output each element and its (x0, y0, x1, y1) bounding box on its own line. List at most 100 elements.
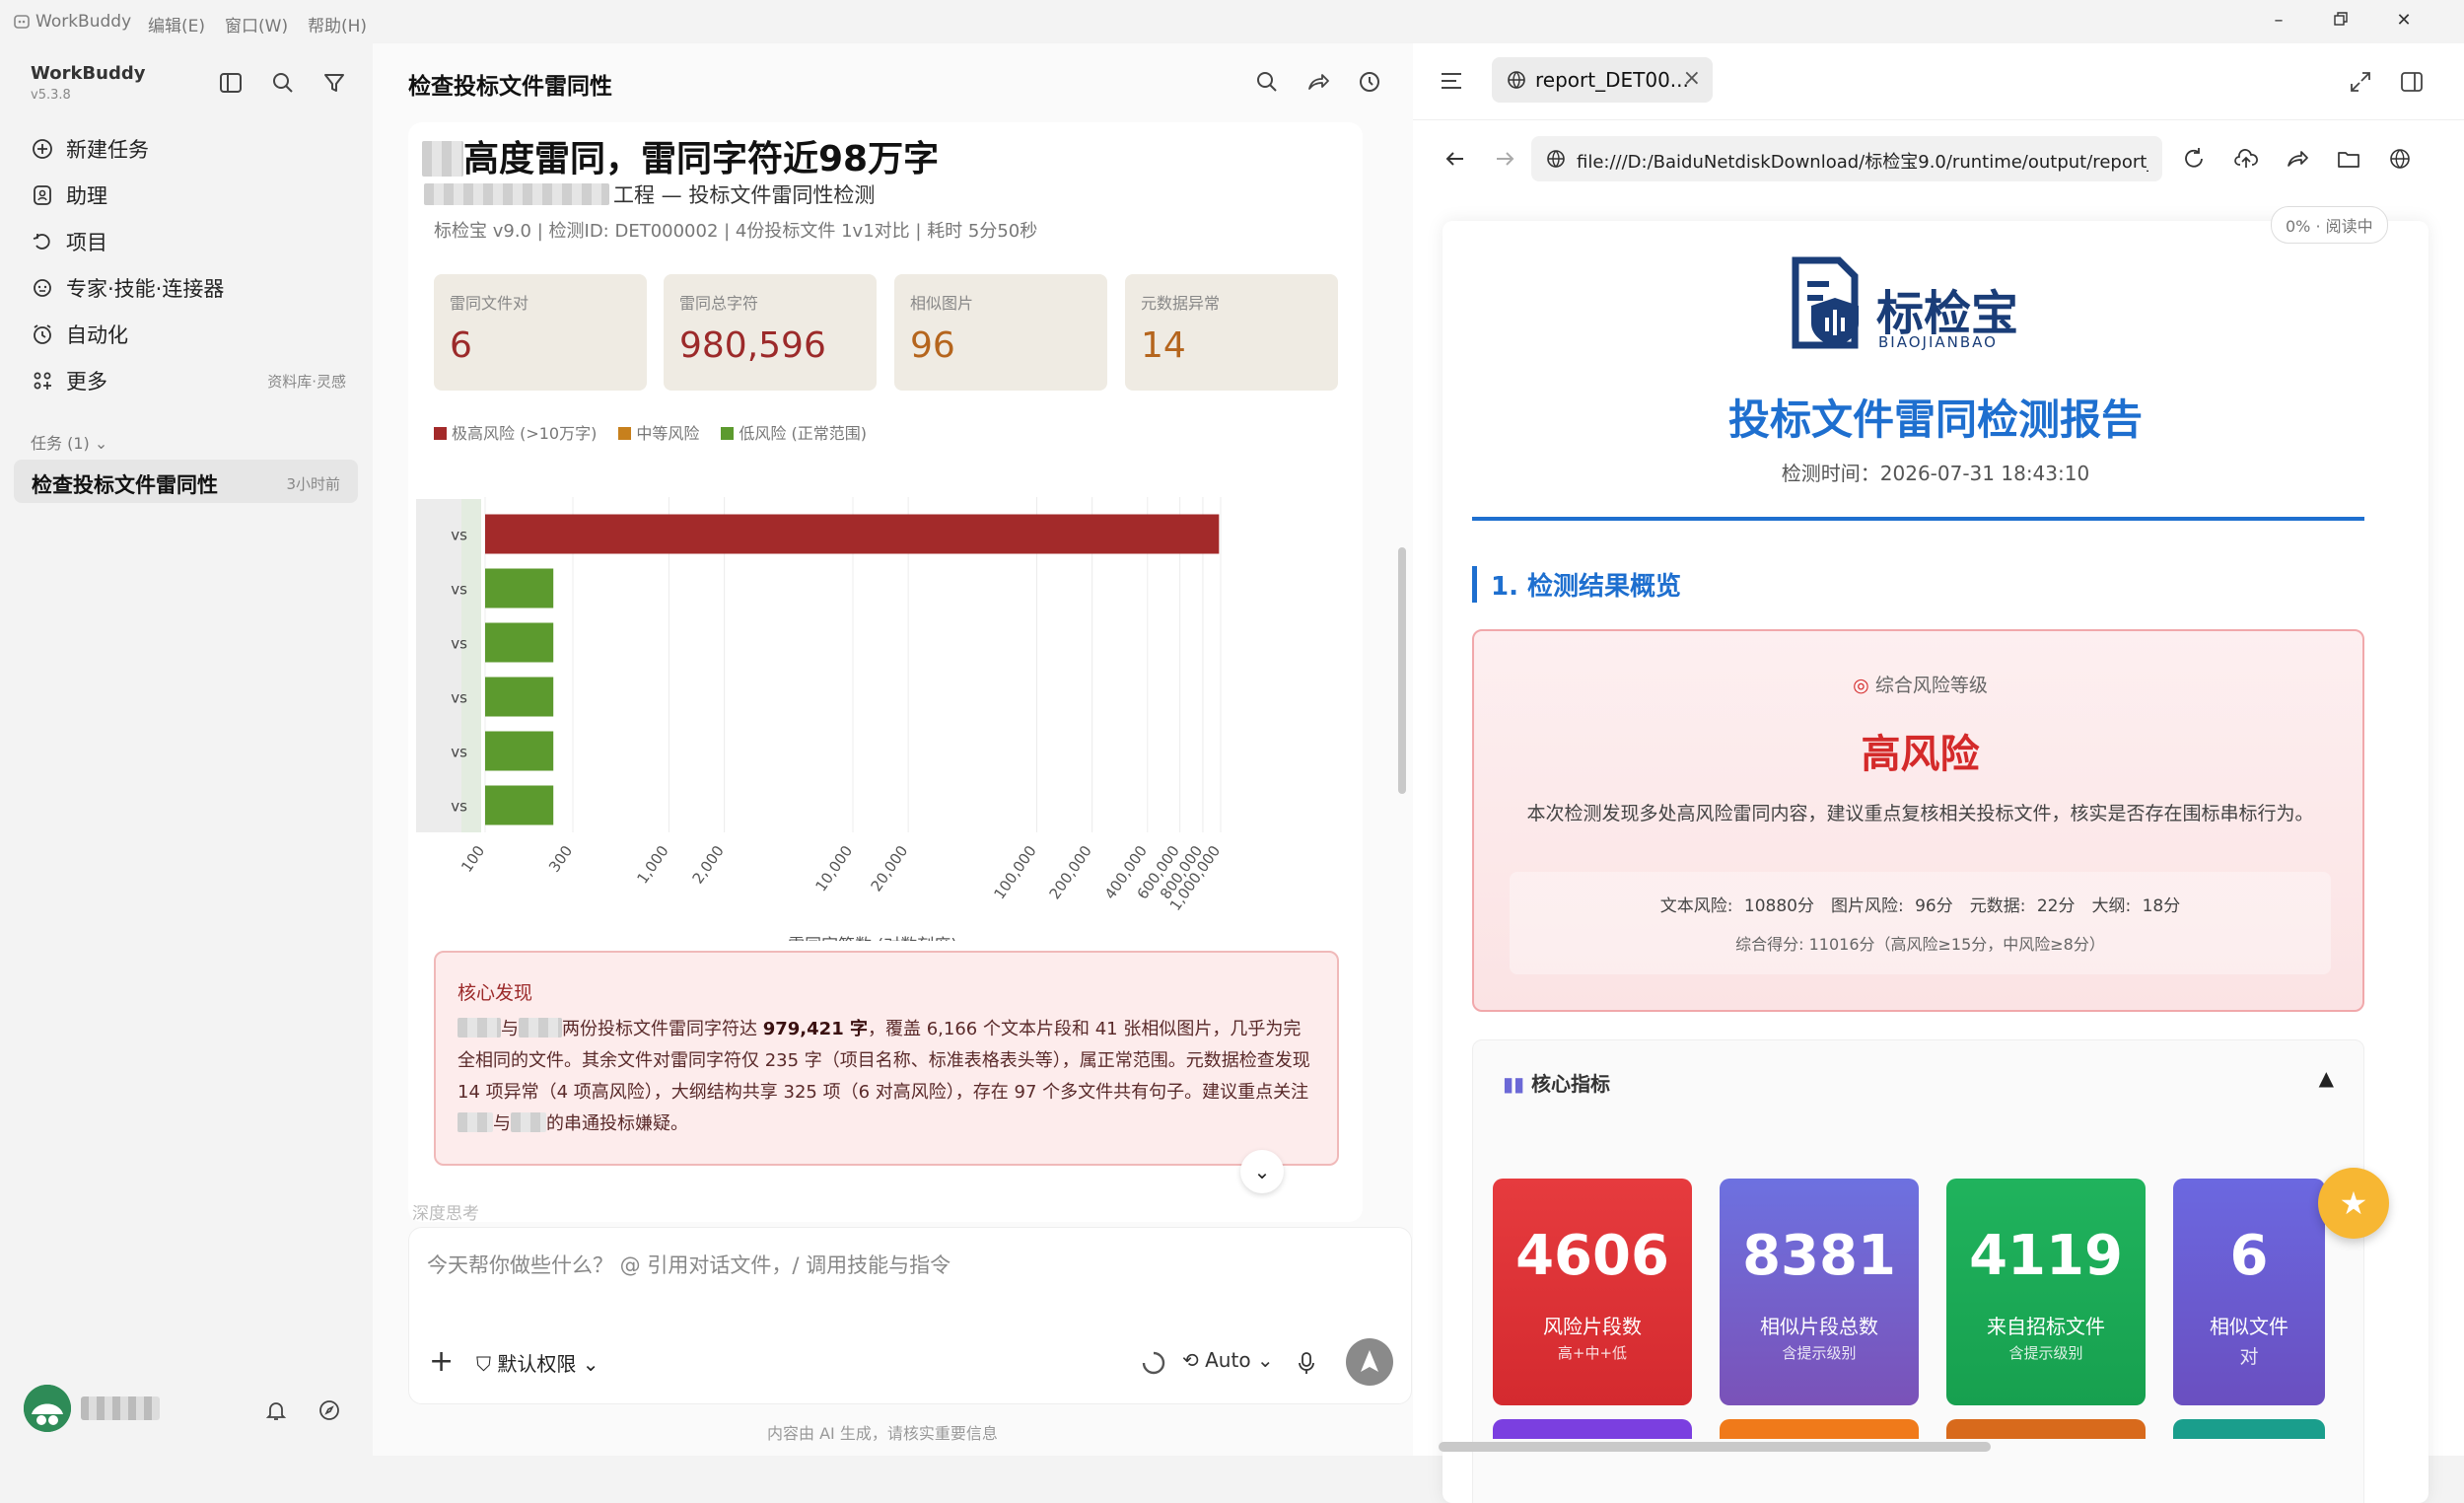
shield-check-icon: ⛉ (476, 1352, 491, 1376)
chat-scrollbar[interactable] (1398, 547, 1406, 794)
finding-body: 与两份投标文件雷同字符达 979,421 字，覆盖 6,166 个文本片段和 4… (458, 1014, 1315, 1140)
reload-icon[interactable] (2181, 146, 2207, 172)
compass-icon[interactable] (316, 1396, 343, 1424)
similarity-bar-chart: vs vs vs vs vs vs 100 300 1,000 2,000 10,000 20,000… (416, 497, 1224, 941)
assistant-icon (34, 185, 51, 205)
expand-chevron-icon[interactable]: ⌄ (1240, 1150, 1284, 1193)
chevron-down-icon: ⌄ (1256, 1348, 1274, 1372)
title-bar: WorkBuddy 编辑(E) 窗口(W) 帮助(H) – ✕ (0, 0, 2464, 43)
x-tick-label: 20,000 (868, 842, 912, 895)
favorite-star-button[interactable]: ★ (2318, 1168, 2389, 1239)
username-redacted (81, 1396, 160, 1420)
expert-icon (34, 279, 51, 297)
chat-input[interactable]: 今天帮你做些什么？ @ 引用对话文件，/ 调用技能与指令 + ⛉ 默认权限 ⌄ … (408, 1227, 1412, 1404)
bar (485, 731, 554, 771)
section-heading: 1. 检测结果概览 (1472, 566, 1681, 603)
browser-tab[interactable]: report_DET00... × (1492, 57, 1713, 103)
model-selector[interactable]: ⟲ Auto ⌄ (1182, 1348, 1274, 1372)
sidebar-item-experts[interactable]: 专家·技能·连接器 (31, 269, 346, 307)
tasks-header[interactable]: 任务 (1) ⌄ (31, 430, 107, 454)
x-tick-label: 1,000 (633, 842, 671, 888)
avatar[interactable] (24, 1385, 71, 1432)
bar (485, 677, 554, 717)
kpi-card-partial (1946, 1419, 2146, 1439)
finding-highlight: 979,421 字 (762, 1019, 868, 1039)
sidebar-item-label: 项目 (66, 231, 107, 254)
sidebar: WorkBuddy v5.3.8 新建任务 助理 项目 专家·技能·连接器 自动… (0, 43, 373, 1456)
share-icon[interactable] (1305, 69, 1331, 95)
close-tab-icon[interactable]: × (1683, 66, 1701, 91)
back-icon[interactable] (1443, 146, 1468, 172)
restore-icon[interactable] (2330, 10, 2352, 32)
redacted-text (458, 1112, 493, 1132)
menu-window[interactable]: 窗口(W) (225, 12, 288, 36)
app-logo: WorkBuddy (14, 12, 131, 32)
kpi-value: 8381 (1742, 1224, 1896, 1288)
toggle-sidebar-icon[interactable] (217, 69, 245, 97)
app-name: WorkBuddy (35, 12, 132, 32)
history-icon[interactable] (1357, 69, 1382, 95)
add-attachment-icon[interactable]: + (429, 1344, 454, 1379)
minimize-icon[interactable]: – (2268, 10, 2289, 32)
sidebar-item-new-task[interactable]: 新建任务 (31, 130, 346, 168)
bell-icon[interactable] (262, 1396, 290, 1424)
sidebar-item-label: 助理 (66, 184, 107, 208)
sidebar-item-project[interactable]: 项目 (31, 223, 346, 260)
filter-icon[interactable] (320, 69, 348, 97)
menu-help[interactable]: 帮助(H) (308, 12, 367, 36)
category-label: vs (451, 689, 467, 707)
chat-panel: 检查投标文件雷同性 高度雷同，雷同字符近98万字 工程 — 投标文件雷同性检测 … (373, 43, 1413, 1456)
close-window-icon[interactable]: ✕ (2393, 10, 2415, 32)
collapse-arrow-icon[interactable]: ▲ (2319, 1066, 2334, 1090)
send-button[interactable] (1346, 1338, 1393, 1386)
stat-label: 雷同总字符 (679, 294, 759, 313)
url-field[interactable]: file:///D:/BaiduNetdiskDownload/标检宝9.0/r… (1531, 136, 2162, 181)
input-placeholder: 今天帮你做些什么？ @ 引用对话文件，/ 调用技能与指令 (427, 1253, 951, 1277)
bar (485, 568, 554, 608)
x-tick-label: 200,000 (1046, 842, 1095, 902)
browser-panel: report_DET00... × file:///D:/BaiduNetdis… (1413, 43, 2464, 1503)
bar (485, 785, 554, 825)
expand-icon[interactable] (2348, 69, 2373, 95)
microphone-icon[interactable] (1295, 1350, 1318, 1376)
forward-icon[interactable] (1492, 146, 1517, 172)
logo-subtext: BIAOJIANBAO (1878, 333, 1998, 351)
risk-score-breakdown: 文本风险: 10880分 图片风险: 96分 元数据: 22分 大纲: 18分 (1659, 896, 2181, 916)
category-label: vs (451, 798, 467, 816)
sidebar-item-automation[interactable]: 自动化 (31, 316, 346, 353)
search-icon[interactable] (269, 69, 297, 97)
globe-icon[interactable] (2387, 146, 2413, 172)
sidebar-item-more-hint[interactable]: 资料库·灵感 (267, 371, 346, 392)
stat-card-images: 相似图片 96 (894, 274, 1107, 391)
task-item-active[interactable]: 检查投标文件雷同性 3小时前 (14, 460, 358, 503)
kpi-sub: 对 (2239, 1346, 2259, 1368)
permission-selector[interactable]: ⛉ 默认权限 ⌄ (476, 1348, 598, 1377)
folder-icon[interactable] (2336, 146, 2361, 172)
core-metrics-header[interactable]: ▮▮ 核心指标 (1503, 1068, 1610, 1097)
horizontal-scrollbar[interactable] (1439, 1442, 1991, 1452)
sidebar-item-label: 更多 (66, 370, 107, 394)
app-icon (14, 15, 30, 29)
sidebar-item-more[interactable]: 更多 资料库·灵感 (31, 362, 346, 399)
category-label: vs (451, 527, 467, 544)
search-icon[interactable] (1254, 69, 1280, 95)
panel-toggle-icon[interactable] (2399, 69, 2425, 95)
x-tick-label: 300 (545, 842, 576, 876)
share-icon[interactable] (2285, 146, 2310, 172)
kpi-value: 6 (2229, 1224, 2269, 1288)
upload-cloud-icon[interactable] (2233, 146, 2259, 172)
kpi-card-partial (2173, 1419, 2325, 1439)
menu-lines-icon[interactable] (1439, 69, 1464, 93)
sidebar-item-assistant[interactable]: 助理 (31, 177, 346, 214)
category-label: vs (451, 635, 467, 653)
kpi-sub: 高+中+低 (1557, 1344, 1628, 1362)
stat-label: 元数据异常 (1141, 294, 1221, 313)
sidebar-item-label: 自动化 (66, 323, 128, 347)
report-headline: 高度雷同，雷同字符近98万字 (422, 130, 939, 181)
redacted-label-column (416, 499, 461, 832)
kpi-card-from-tender: 4119 来自招标文件 含提示级别 (1946, 1179, 2146, 1405)
stat-label: 雷同文件对 (450, 294, 529, 313)
sidebar-item-label: 专家·技能·连接器 (66, 277, 225, 301)
menu-edit[interactable]: 编辑(E) (148, 12, 205, 36)
report-meta: 标检宝 v9.0 | 检测ID: DET000002 | 4份投标文件 1v1对… (434, 221, 1038, 242)
